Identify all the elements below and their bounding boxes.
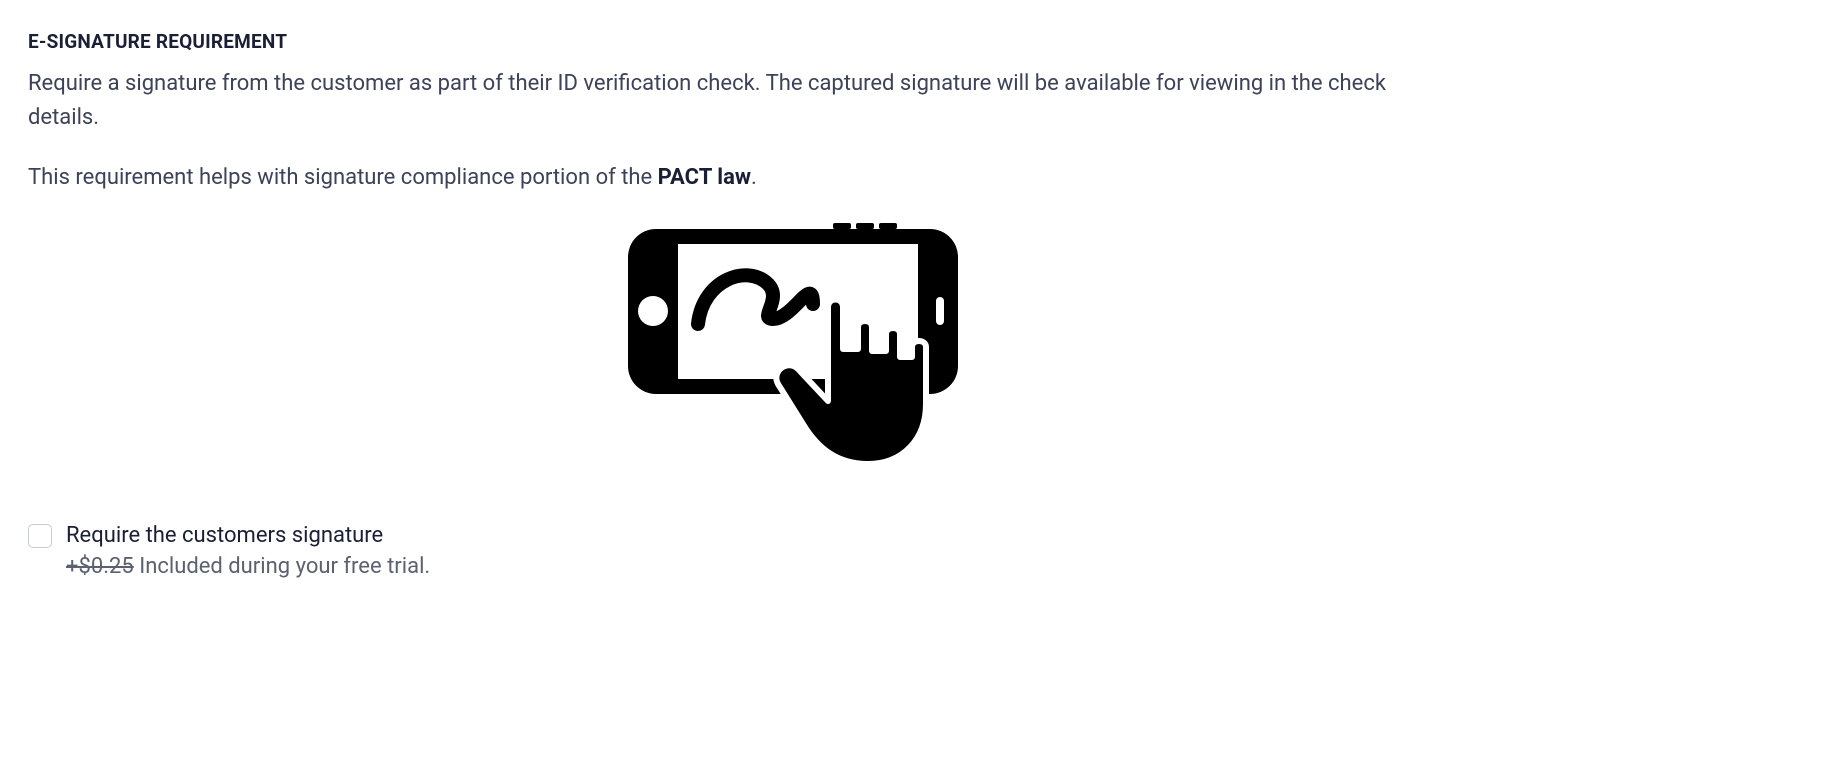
price-note: +$0.25 Included during your free trial. <box>28 554 1818 579</box>
compliance-law-name: PACT law <box>658 165 751 190</box>
compliance-note: This requirement helps with signature co… <box>28 161 1818 195</box>
require-signature-option[interactable]: Require the customers signature <box>28 523 1818 548</box>
illustration-container <box>28 219 1818 473</box>
section-title: E-SIGNATURE REQUIREMENT <box>28 30 1818 53</box>
compliance-suffix: . <box>751 165 757 190</box>
price-trial-note: Included during your free trial. <box>134 554 430 579</box>
price-struck: +$0.25 <box>66 554 134 579</box>
section-description: Require a signature from the customer as… <box>28 67 1428 135</box>
require-signature-checkbox[interactable] <box>28 524 52 548</box>
compliance-prefix: This requirement helps with signature co… <box>28 165 658 190</box>
require-signature-label[interactable]: Require the customers signature <box>66 523 383 548</box>
phone-signature-icon <box>618 219 978 473</box>
